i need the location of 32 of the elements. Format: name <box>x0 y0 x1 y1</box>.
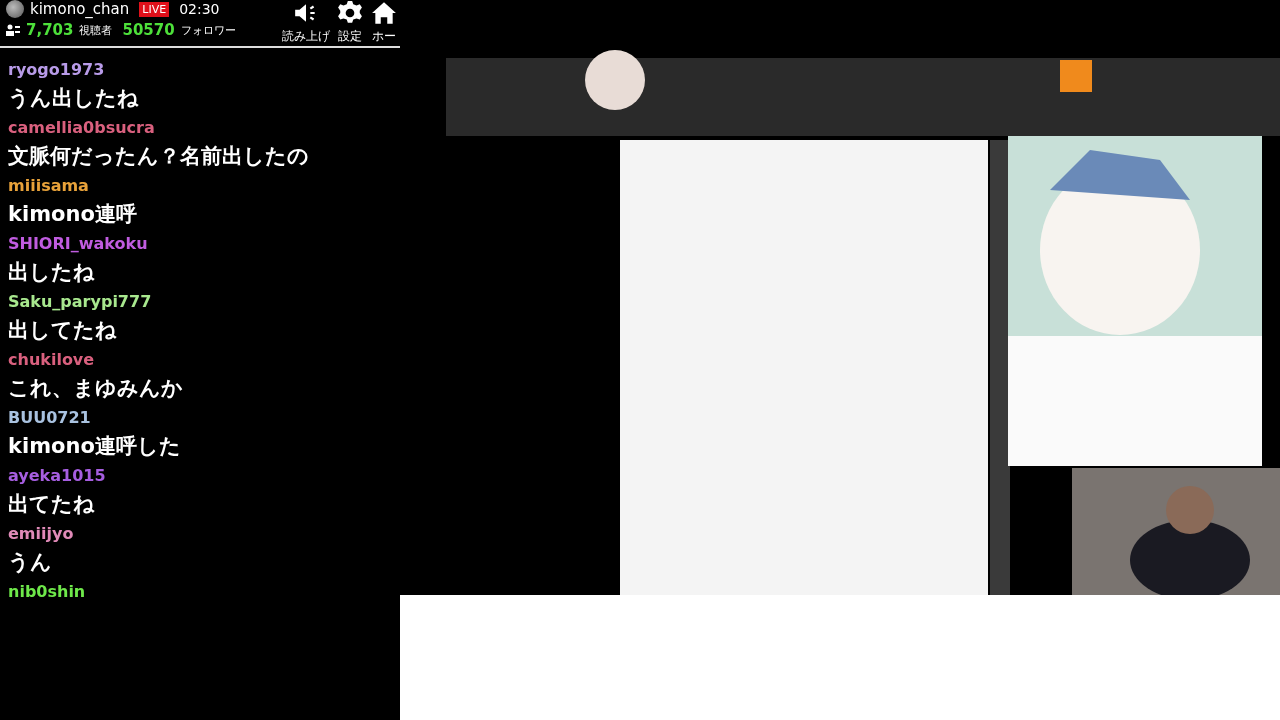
live-badge: LIVE <box>139 1 170 17</box>
chat-message: 出してたね <box>8 317 118 344</box>
chat-username: miiisama <box>8 176 90 196</box>
chat-username: ryogo1973 <box>8 60 106 80</box>
chat-message: 出したね <box>8 259 96 286</box>
chat-message: これ、まゆみんか <box>8 375 184 402</box>
chat-message: kimono連呼した <box>8 433 182 460</box>
toolbar-button[interactable]: 設定 <box>336 0 364 46</box>
viewers-icon <box>6 24 20 36</box>
chat-username: ayeka1015 <box>8 466 107 486</box>
toolbar-button[interactable]: ホー <box>370 0 398 46</box>
chat-username: Saku_parypi777 <box>8 292 153 312</box>
chat-username: camellia0bsucra <box>8 118 156 138</box>
chat-username: chukilove <box>8 350 96 370</box>
channel-name: kimono_chan <box>30 0 130 18</box>
viewers-label: 視聴者 <box>79 22 113 38</box>
followers-label: フォロワー <box>180 22 236 38</box>
chat-message: うん出したね <box>8 85 140 112</box>
toolbar-button[interactable]: 読み上げ <box>282 0 330 46</box>
home-icon <box>371 0 397 26</box>
chat-message: うん <box>8 549 53 576</box>
viewer-count: 7,703 <box>26 21 74 39</box>
channel-avatar <box>6 0 24 18</box>
elapsed-time: 02:30 <box>179 1 220 17</box>
chat-message: 出てたね <box>8 491 96 518</box>
follower-count: 50570 <box>122 21 175 39</box>
chat-username: BUU0721 <box>8 408 92 428</box>
chat-message: 文脈何だったん？名前出したの <box>8 143 310 170</box>
chat-username: emiijyo <box>8 524 75 544</box>
chat-username: SHIORI_wakoku <box>8 234 149 254</box>
chat-username: nib0shin <box>8 582 87 602</box>
chat-message: kimono連呼 <box>8 201 138 228</box>
